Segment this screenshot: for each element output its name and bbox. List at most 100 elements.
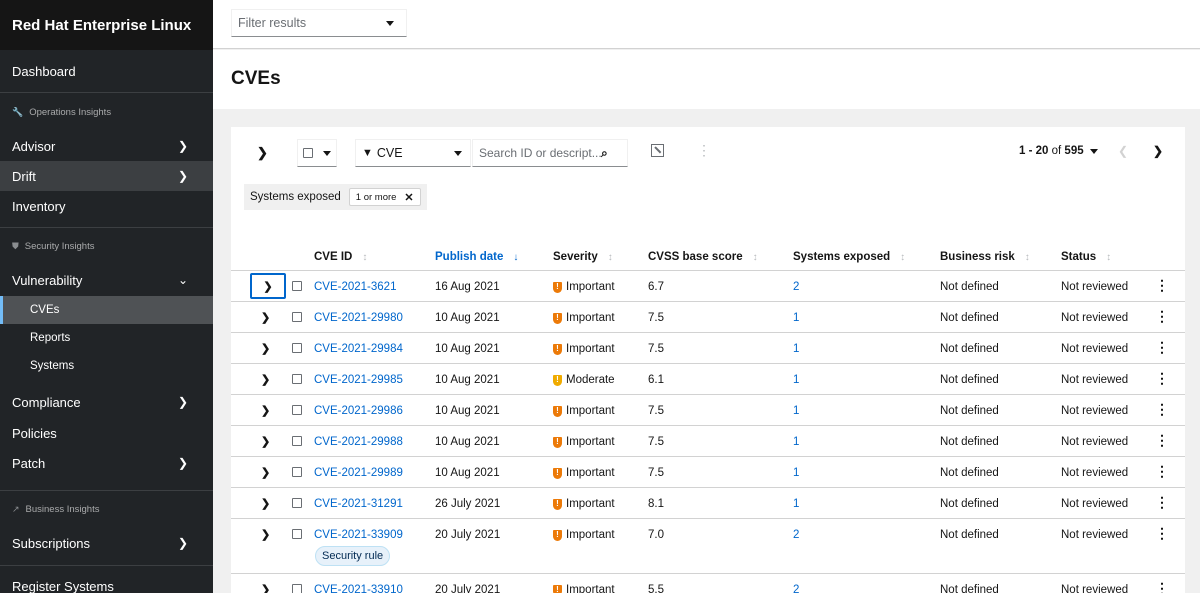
sidebar-item-drift[interactable]: Drift ❯ xyxy=(0,161,213,191)
systems-exposed-link[interactable]: 2 xyxy=(793,281,799,293)
row-checkbox[interactable] xyxy=(292,498,302,508)
column-header-cve-id[interactable]: CVE ID ↕ xyxy=(314,251,367,263)
sidebar-item-reports[interactable]: Reports xyxy=(0,324,213,352)
close-icon[interactable]: ✕ xyxy=(404,191,413,204)
systems-exposed-link[interactable]: 1 xyxy=(793,498,799,510)
sidebar-item-compliance[interactable]: Compliance ❯ xyxy=(0,386,213,418)
sidebar-item-label: Advisor xyxy=(12,138,56,154)
row-actions-kebab-icon[interactable]: ⋮ xyxy=(1155,371,1169,385)
cve-id-link[interactable]: CVE-2021-33910 xyxy=(314,584,403,593)
sidebar-item-advisor[interactable]: Advisor ❯ xyxy=(0,131,213,161)
systems-exposed-link[interactable]: 1 xyxy=(793,436,799,448)
expand-all-icon[interactable]: ❯ xyxy=(257,145,268,161)
row-actions-kebab-icon[interactable]: ⋮ xyxy=(1155,433,1169,447)
row-checkbox[interactable] xyxy=(292,529,302,539)
cve-id-link[interactable]: CVE-2021-29980 xyxy=(314,312,403,324)
kebab-icon[interactable]: ⋮ xyxy=(697,143,711,157)
expand-row-icon[interactable]: ❯ xyxy=(261,583,270,593)
row-checkbox[interactable] xyxy=(292,467,302,477)
expand-row-icon[interactable]: ❯ xyxy=(261,404,270,417)
sidebar-item-inventory[interactable]: Inventory xyxy=(0,191,213,221)
cve-id-link[interactable]: CVE-2021-29989 xyxy=(314,467,403,479)
systems-exposed-link[interactable]: 1 xyxy=(793,405,799,417)
export-icon[interactable] xyxy=(651,144,664,157)
row-checkbox[interactable] xyxy=(292,312,302,322)
systems-exposed-link[interactable]: 1 xyxy=(793,343,799,355)
sidebar-item-register-systems[interactable]: Register Systems xyxy=(0,566,213,593)
systems-exposed-link[interactable]: 2 xyxy=(793,529,799,541)
business-risk: Not defined xyxy=(940,436,999,448)
severity: ! Important xyxy=(553,343,615,355)
previous-page-icon[interactable]: ❮ xyxy=(1118,144,1128,158)
sidebar-item-systems[interactable]: Systems xyxy=(0,352,213,380)
business-risk: Not defined xyxy=(940,343,999,355)
row-checkbox[interactable] xyxy=(292,281,302,291)
row-checkbox[interactable] xyxy=(292,405,302,415)
sidebar-item-patch[interactable]: Patch ❯ xyxy=(0,448,213,478)
expand-row-icon[interactable]: ❯ xyxy=(261,342,270,355)
cve-id-link[interactable]: CVE-2021-33909 xyxy=(314,529,403,541)
row-actions-kebab-icon[interactable]: ⋮ xyxy=(1155,402,1169,416)
sidebar-item-dashboard[interactable]: Dashboard xyxy=(0,50,213,92)
systems-exposed-link[interactable]: 1 xyxy=(793,374,799,386)
row-actions-kebab-icon[interactable]: ⋮ xyxy=(1155,526,1169,540)
sidebar-item-policies[interactable]: Policies xyxy=(0,418,213,448)
expand-row-icon[interactable]: ❯ xyxy=(250,273,286,299)
filter-attribute-select[interactable]: ▼ CVE xyxy=(355,139,471,167)
systems-exposed-link[interactable]: 1 xyxy=(793,467,799,479)
pagination-toggle[interactable]: 1 - 20 of 595 xyxy=(1019,145,1098,157)
sidebar-item-subscriptions[interactable]: Subscriptions ❯ xyxy=(0,527,213,559)
row-checkbox[interactable] xyxy=(292,584,302,593)
cve-id-link[interactable]: CVE-2021-29988 xyxy=(314,436,403,448)
brand-title[interactable]: Red Hat Enterprise Linux xyxy=(0,0,213,50)
sidebar-item-cves[interactable]: CVEs xyxy=(0,296,213,324)
systems-exposed-link[interactable]: 1 xyxy=(793,312,799,324)
filter-results-select[interactable]: Filter results xyxy=(231,9,407,37)
expand-row-icon[interactable]: ❯ xyxy=(261,528,270,541)
expand-row-icon[interactable]: ❯ xyxy=(261,373,270,386)
sidebar-section-business: ↗ Business Insights xyxy=(0,491,213,527)
business-risk: Not defined xyxy=(940,312,999,324)
sidebar-item-vulnerability[interactable]: Vulnerability ⌄ xyxy=(0,264,213,296)
column-header-business-risk[interactable]: Business risk ↕ xyxy=(940,251,1030,263)
column-header-status[interactable]: Status ↕ xyxy=(1061,251,1111,263)
row-actions-kebab-icon[interactable]: ⋮ xyxy=(1155,581,1169,593)
expand-row-icon[interactable]: ❯ xyxy=(261,311,270,324)
row-actions-kebab-icon[interactable]: ⋮ xyxy=(1155,464,1169,478)
severity: ! Important xyxy=(553,467,615,479)
expand-row-icon[interactable]: ❯ xyxy=(261,497,270,510)
column-header-systems-exposed[interactable]: Systems exposed ↕ xyxy=(793,251,905,263)
bulk-select-checkbox[interactable] xyxy=(303,148,313,158)
column-header-publish-date[interactable]: Publish date ↓ xyxy=(435,251,518,263)
cvss-score: 7.5 xyxy=(648,467,664,479)
publish-date: 10 Aug 2021 xyxy=(435,374,500,386)
row-actions-kebab-icon[interactable]: ⋮ xyxy=(1155,340,1169,354)
search-icon[interactable]: ⌕ xyxy=(601,146,608,161)
search-input[interactable] xyxy=(479,146,601,160)
cve-id-link[interactable]: CVE-2021-29985 xyxy=(314,374,403,386)
column-header-cvss-score[interactable]: CVSS base score ↕ xyxy=(648,251,758,263)
cvss-score: 5.5 xyxy=(648,584,664,593)
cve-id-link[interactable]: CVE-2021-29986 xyxy=(314,405,403,417)
next-page-icon[interactable]: ❯ xyxy=(1153,144,1163,158)
row-actions-kebab-icon[interactable]: ⋮ xyxy=(1155,309,1169,323)
systems-exposed-link[interactable]: 2 xyxy=(793,584,799,593)
bulk-select-dropdown[interactable] xyxy=(297,139,337,167)
row-checkbox[interactable] xyxy=(292,436,302,446)
table-row: ❯ CVE-2021-33909 20 July 2021! Important 7.0… xyxy=(231,518,1185,573)
cve-table-card: ❯ ▼ CVE ⌕ ⋮ 1 - 20 of 595 ❮ ❯ Systems ex… xyxy=(231,127,1185,593)
cve-id-link[interactable]: CVE-2021-3621 xyxy=(314,281,396,293)
row-actions-kebab-icon[interactable]: ⋮ xyxy=(1155,278,1169,292)
column-label: Status xyxy=(1061,251,1097,263)
expand-row-icon[interactable]: ❯ xyxy=(261,435,270,448)
row-checkbox[interactable] xyxy=(292,374,302,384)
caret-down-icon xyxy=(1089,148,1098,154)
severity-label: Important xyxy=(566,436,615,448)
row-checkbox[interactable] xyxy=(292,343,302,353)
expand-row-icon[interactable]: ❯ xyxy=(261,466,270,479)
row-actions-kebab-icon[interactable]: ⋮ xyxy=(1155,495,1169,509)
cve-id-link[interactable]: CVE-2021-31291 xyxy=(314,498,403,510)
section-label: Security Insights xyxy=(24,240,95,252)
cve-id-link[interactable]: CVE-2021-29984 xyxy=(314,343,403,355)
column-header-severity[interactable]: Severity ↕ xyxy=(553,251,613,263)
